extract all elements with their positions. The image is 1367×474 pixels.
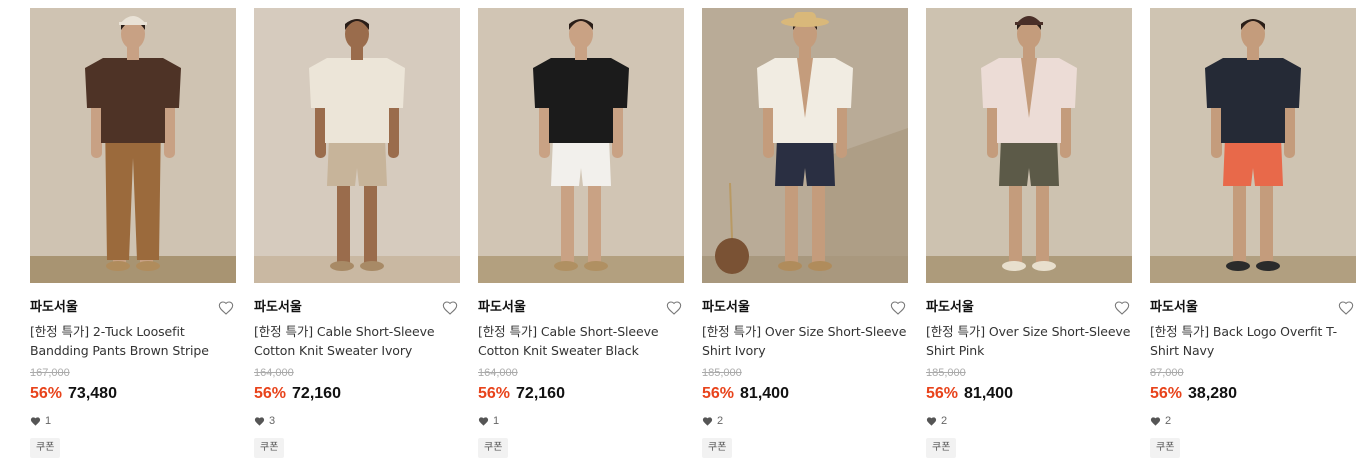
- sale-price: 81,400: [964, 385, 1013, 402]
- price-row: 56% 81,400: [926, 383, 1013, 405]
- brand-name[interactable]: 파도서울: [478, 300, 526, 315]
- brand-name[interactable]: 파도서울: [30, 300, 78, 315]
- like-heart-icon: [478, 416, 489, 426]
- product-title[interactable]: [한정 특가] Cable Short-Sleeve Cotton Knit S…: [254, 322, 460, 360]
- price-row: 56% 73,480: [30, 383, 117, 405]
- product-image[interactable]: [1150, 8, 1356, 283]
- like-count: 1: [478, 414, 499, 428]
- like-count: 3: [254, 414, 275, 428]
- wishlist-heart-icon[interactable]: [442, 300, 458, 316]
- coupon-badge: 쿠폰: [1150, 438, 1181, 458]
- original-price: 164,000: [478, 367, 518, 379]
- original-price: 167,000: [30, 367, 70, 379]
- original-price: 87,000: [1150, 367, 1184, 379]
- price-row: 56% 72,160: [478, 383, 565, 405]
- like-heart-icon: [254, 416, 265, 426]
- sale-price: 38,280: [1188, 385, 1237, 402]
- coupon-badge: 쿠폰: [30, 438, 61, 458]
- brand-name[interactable]: 파도서울: [1150, 300, 1198, 315]
- product-image[interactable]: [478, 8, 684, 283]
- like-heart-icon: [702, 416, 713, 426]
- sale-price: 72,160: [516, 385, 565, 402]
- product-image[interactable]: [926, 8, 1132, 283]
- original-price: 164,000: [254, 367, 294, 379]
- product-grid: 파도서울 [한정 특가] 2-Tuck Loosefit Bandding Pan…: [0, 0, 1367, 474]
- like-count: 2: [926, 414, 947, 428]
- product-photo[interactable]: [1150, 8, 1356, 283]
- like-heart-icon: [926, 416, 937, 426]
- brand-row: 파도서울: [30, 298, 236, 318]
- coupon-badge: 쿠폰: [254, 438, 285, 458]
- product-title[interactable]: [한정 특가] 2-Tuck Loosefit Bandding Pants B…: [30, 322, 236, 360]
- discount-rate: 56%: [478, 385, 511, 402]
- sale-price: 72,160: [292, 385, 341, 402]
- discount-rate: 56%: [926, 385, 959, 402]
- brand-row: 파도서울: [254, 298, 460, 318]
- product-title[interactable]: [한정 특가] Over Size Short-Sleeve Shirt Pin…: [926, 322, 1132, 360]
- original-price: 185,000: [926, 367, 966, 379]
- like-count-value: 3: [269, 415, 276, 427]
- brand-name[interactable]: 파도서울: [702, 300, 750, 315]
- wishlist-heart-icon[interactable]: [218, 300, 234, 316]
- like-count-value: 1: [45, 415, 52, 427]
- product-photo[interactable]: [702, 8, 908, 283]
- like-heart-icon: [30, 416, 41, 426]
- product-title[interactable]: [한정 특가] Cable Short-Sleeve Cotton Knit S…: [478, 322, 684, 360]
- product-image[interactable]: [30, 8, 236, 283]
- wishlist-heart-icon[interactable]: [890, 300, 906, 316]
- like-heart-icon: [1150, 416, 1161, 426]
- original-price: 185,000: [702, 367, 742, 379]
- sale-price: 73,480: [68, 385, 117, 402]
- product-title[interactable]: [한정 특가] Over Size Short-Sleeve Shirt Ivo…: [702, 322, 908, 360]
- product-image[interactable]: [702, 8, 908, 283]
- brand-row: 파도서울: [1150, 298, 1356, 318]
- coupon-badge: 쿠폰: [478, 438, 509, 458]
- like-count: 2: [1150, 414, 1171, 428]
- wishlist-heart-icon[interactable]: [666, 300, 682, 316]
- product-card[interactable]: 파도서울 [한정 특가] Back Logo Overfit T-Shirt Na…: [1150, 8, 1356, 468]
- product-image[interactable]: [254, 8, 460, 283]
- coupon-badge: 쿠폰: [926, 438, 957, 458]
- product-photo[interactable]: [254, 8, 460, 283]
- like-count-value: 2: [717, 415, 724, 427]
- brand-row: 파도서울: [702, 298, 908, 318]
- price-row: 56% 38,280: [1150, 383, 1237, 405]
- like-count-value: 1: [493, 415, 500, 427]
- wishlist-heart-icon[interactable]: [1114, 300, 1130, 316]
- brand-name[interactable]: 파도서울: [254, 300, 302, 315]
- product-photo[interactable]: [478, 8, 684, 283]
- price-row: 56% 81,400: [702, 383, 789, 405]
- discount-rate: 56%: [30, 385, 63, 402]
- product-card[interactable]: 파도서울 [한정 특가] Cable Short-Sleeve Cotton Kn…: [254, 8, 460, 468]
- product-card[interactable]: 파도서울 [한정 특가] 2-Tuck Loosefit Bandding Pan…: [30, 8, 236, 468]
- like-count: 2: [702, 414, 723, 428]
- discount-rate: 56%: [702, 385, 735, 402]
- discount-rate: 56%: [254, 385, 287, 402]
- like-count-value: 2: [941, 415, 948, 427]
- like-count: 1: [30, 414, 51, 428]
- brand-name[interactable]: 파도서울: [926, 300, 974, 315]
- product-title[interactable]: [한정 특가] Back Logo Overfit T-Shirt Navy: [1150, 322, 1356, 360]
- product-card[interactable]: 파도서울 [한정 특가] Over Size Short-Sleeve Shirt…: [926, 8, 1132, 468]
- product-photo[interactable]: [30, 8, 236, 283]
- product-photo[interactable]: [926, 8, 1132, 283]
- product-card[interactable]: 파도서울 [한정 특가] Cable Short-Sleeve Cotton Kn…: [478, 8, 684, 468]
- price-row: 56% 72,160: [254, 383, 341, 405]
- discount-rate: 56%: [1150, 385, 1183, 402]
- brand-row: 파도서울: [478, 298, 684, 318]
- brand-row: 파도서울: [926, 298, 1132, 318]
- wishlist-heart-icon[interactable]: [1338, 300, 1354, 316]
- like-count-value: 2: [1165, 415, 1172, 427]
- coupon-badge: 쿠폰: [702, 438, 733, 458]
- sale-price: 81,400: [740, 385, 789, 402]
- product-card[interactable]: 파도서울 [한정 특가] Over Size Short-Sleeve Shirt…: [702, 8, 908, 468]
